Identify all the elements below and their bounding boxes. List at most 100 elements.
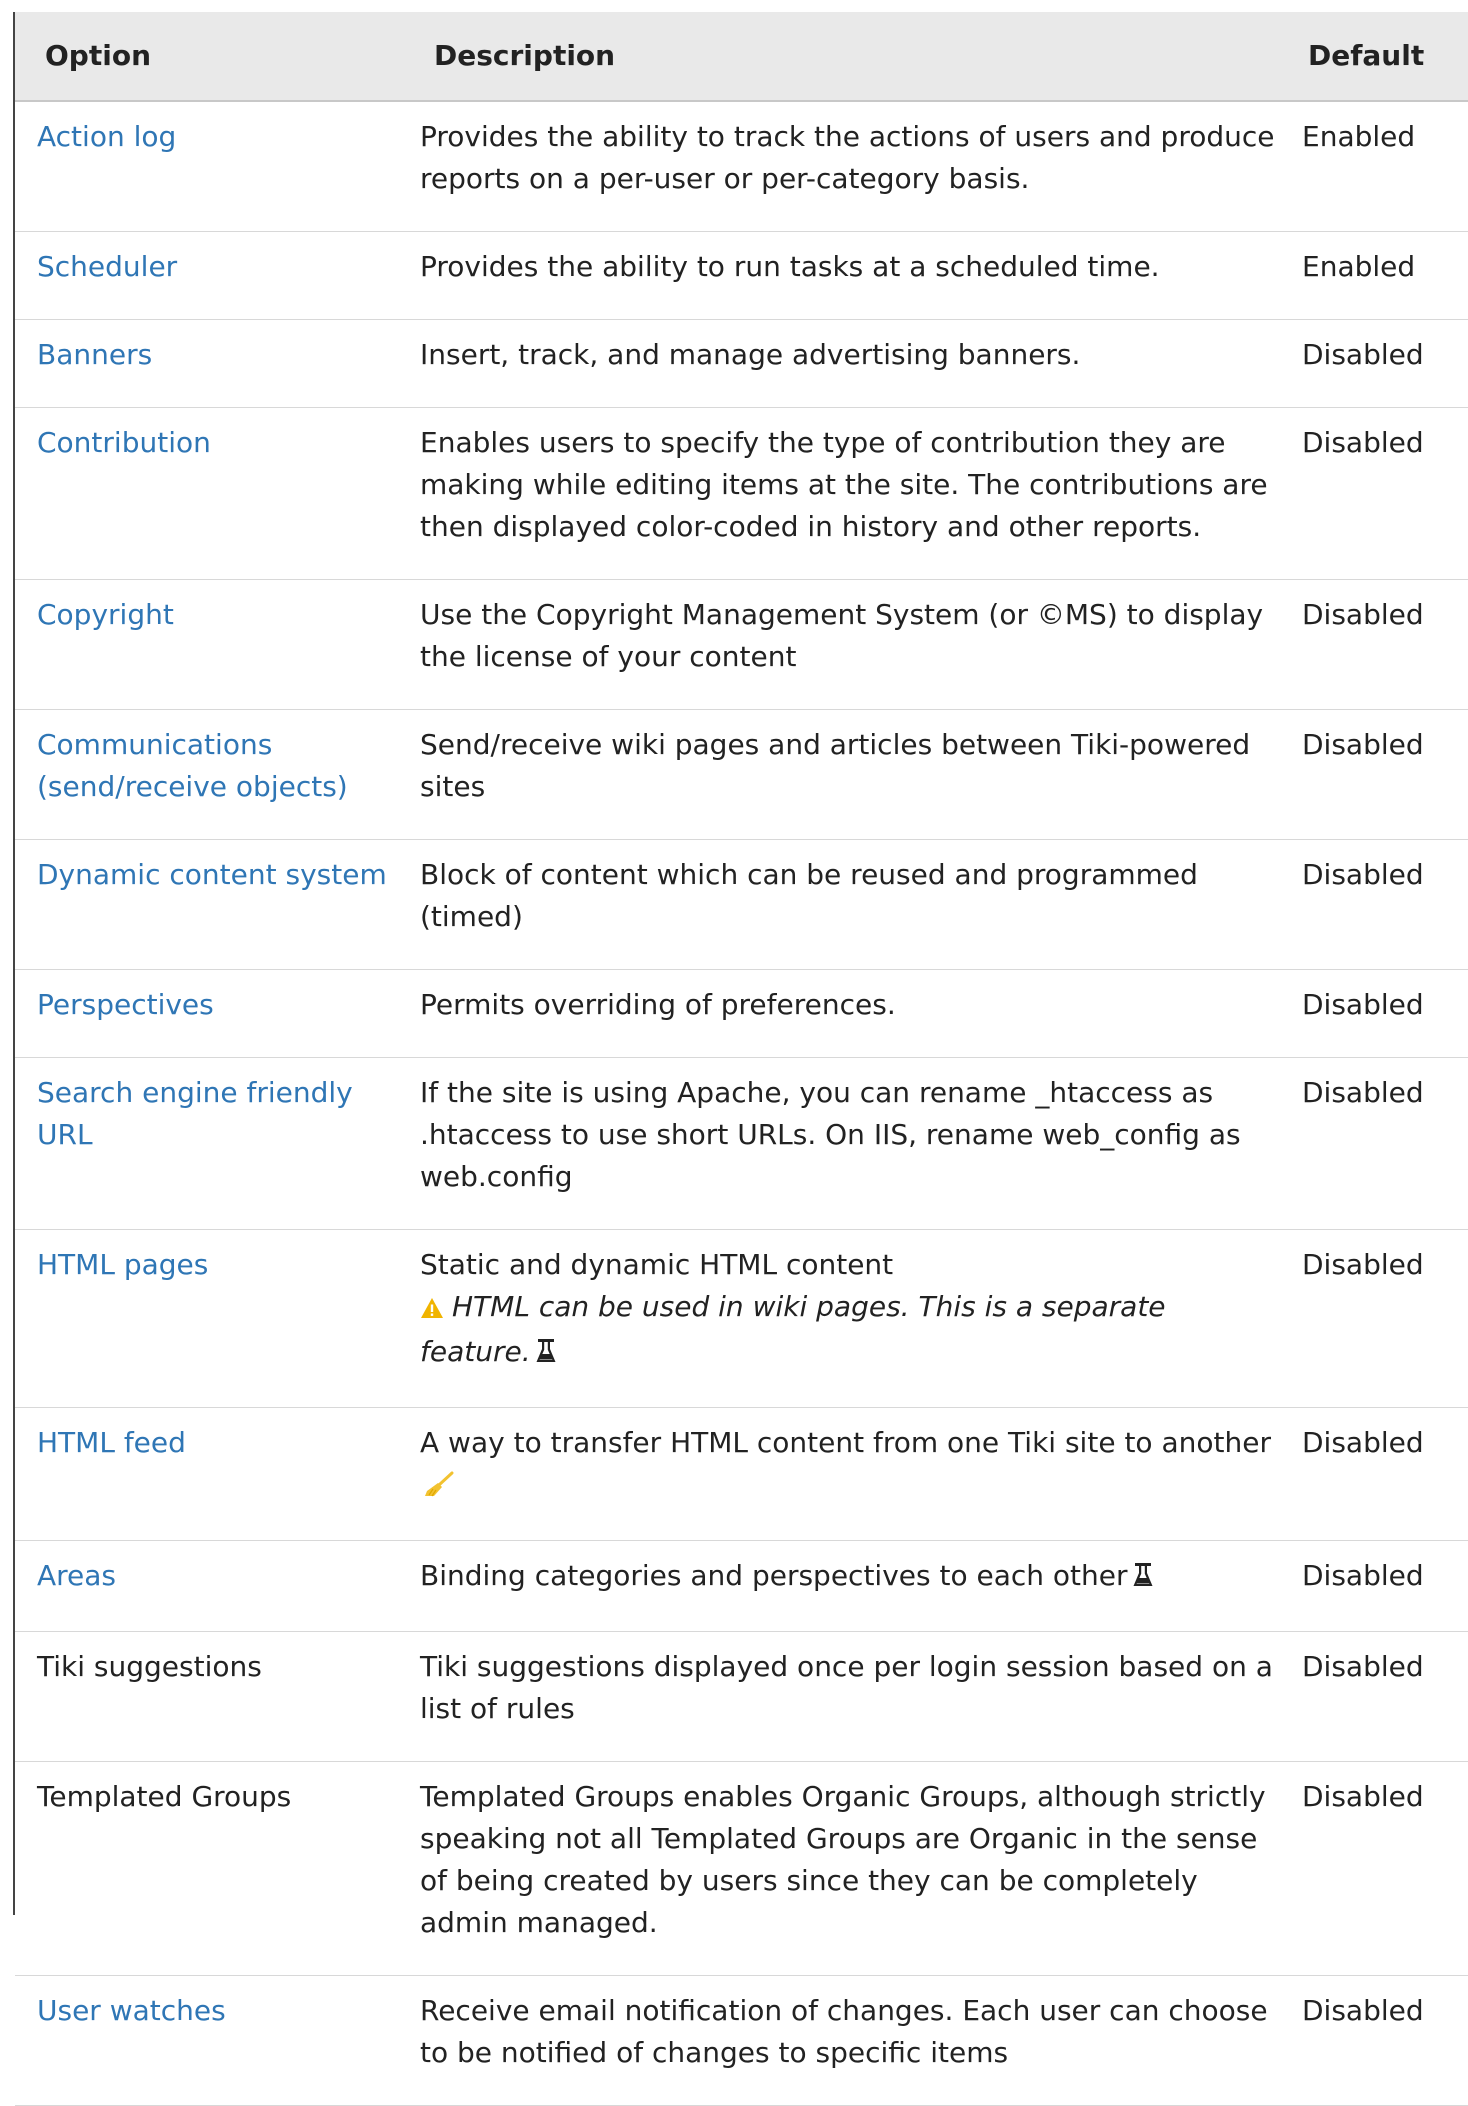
note-text: HTML can be used in wiki pages. This is … xyxy=(420,1290,1166,1368)
default-cell: Disabled xyxy=(1302,839,1468,970)
column-header-option[interactable]: Option xyxy=(15,12,404,102)
table-row: Dynamic content system Block of content … xyxy=(15,839,1468,970)
default-cell: Enabled xyxy=(1302,231,1468,320)
description-cell: Templated Groups enables Organic Groups,… xyxy=(404,1761,1302,1976)
description-text: Insert, track, and manage advertising ba… xyxy=(420,338,1081,371)
table-row: Contribution Enables users to specify th… xyxy=(15,407,1468,580)
table-row: Banners Insert, track, and manage advert… xyxy=(15,319,1468,408)
description-text: Tiki suggestions displayed once per logi… xyxy=(420,1650,1273,1725)
option-link-banners[interactable]: Banners xyxy=(37,338,152,371)
default-cell: Disabled xyxy=(1302,579,1468,710)
option-cell: Templated Groups xyxy=(15,1761,404,1976)
table-row: Areas Binding categories and perspective… xyxy=(15,1540,1468,1632)
option-cell: Copyright xyxy=(15,579,404,710)
option-cell: Perspectives xyxy=(15,969,404,1058)
table-row: HTML feed A way to transfer HTML content… xyxy=(15,1407,1468,1541)
description-cell: Block of content which can be reused and… xyxy=(404,839,1302,970)
description-cell: Insert, track, and manage advertising ba… xyxy=(404,319,1302,408)
option-link-perspectives[interactable]: Perspectives xyxy=(37,988,214,1021)
table-row: Tiki suggestions Tiki suggestions displa… xyxy=(15,1631,1468,1762)
broom-icon xyxy=(424,1467,454,1509)
description-text: If the site is using Apache, you can ren… xyxy=(420,1076,1241,1193)
option-link-html-feed[interactable]: HTML feed xyxy=(37,1426,186,1459)
description-text: Use the Copyright Management System (or … xyxy=(420,598,1264,673)
default-cell: Disabled xyxy=(1302,969,1468,1058)
description-cell: Receive email notification of changes. E… xyxy=(404,1975,1302,2106)
table-row: Communications (send/receive objects) Se… xyxy=(15,709,1468,840)
option-cell: Dynamic content system xyxy=(15,839,404,970)
option-link-contribution[interactable]: Contribution xyxy=(37,426,211,459)
description-text: Permits overriding of preferences. xyxy=(420,988,896,1021)
description-cell: Provides the ability to track the action… xyxy=(404,101,1302,232)
default-cell: Disabled xyxy=(1302,1975,1468,2106)
default-cell: Disabled xyxy=(1302,1057,1468,1230)
description-cell: Provides the ability to run tasks at a s… xyxy=(404,231,1302,320)
option-cell: Areas xyxy=(15,1540,404,1632)
option-link-areas[interactable]: Areas xyxy=(37,1559,116,1592)
description-cell: Send/receive wiki pages and articles bet… xyxy=(404,709,1302,840)
default-cell: Disabled xyxy=(1302,1229,1468,1408)
option-cell: Banners xyxy=(15,319,404,408)
default-cell: Disabled xyxy=(1302,319,1468,408)
description-text: Static and dynamic HTML content xyxy=(420,1248,894,1281)
description-text: Receive email notification of changes. E… xyxy=(420,1994,1268,2069)
description-cell: Binding categories and perspectives to e… xyxy=(404,1540,1302,1632)
option-link-action-log[interactable]: Action log xyxy=(37,120,176,153)
default-cell: Disabled xyxy=(1302,1761,1468,1976)
description-cell: Enables users to specify the type of con… xyxy=(404,407,1302,580)
table-row: Search engine friendly URL If the site i… xyxy=(15,1057,1468,1230)
option-label-tiki-suggestions: Tiki suggestions xyxy=(37,1650,262,1683)
option-link-communications[interactable]: Communications (send/receive objects) xyxy=(37,728,348,803)
default-cell: Disabled xyxy=(1302,709,1468,840)
description-cell: If the site is using Apache, you can ren… xyxy=(404,1057,1302,1230)
option-link-copyright[interactable]: Copyright xyxy=(37,598,174,631)
description-cell: Static and dynamic HTML content HTML can… xyxy=(404,1229,1302,1408)
flask-icon xyxy=(1132,1558,1154,1600)
table-row: Templated Groups Templated Groups enable… xyxy=(15,1761,1468,1976)
option-link-html-pages[interactable]: HTML pages xyxy=(37,1248,208,1281)
table-row: HTML pages Static and dynamic HTML conte… xyxy=(15,1229,1468,1408)
warning-icon xyxy=(420,1289,444,1331)
flask-icon xyxy=(535,1334,557,1376)
option-cell: Tiki suggestions xyxy=(15,1631,404,1762)
default-cell: Disabled xyxy=(1302,1540,1468,1632)
option-label-templated-groups: Templated Groups xyxy=(37,1780,292,1813)
options-table: Option Description Default Action log Pr… xyxy=(15,12,1468,2106)
option-cell: User watches xyxy=(15,1975,404,2106)
default-cell: Disabled xyxy=(1302,407,1468,580)
option-link-scheduler[interactable]: Scheduler xyxy=(37,250,177,283)
description-cell: Use the Copyright Management System (or … xyxy=(404,579,1302,710)
table-row: Scheduler Provides the ability to run ta… xyxy=(15,231,1468,320)
option-cell: Contribution xyxy=(15,407,404,580)
option-cell: Scheduler xyxy=(15,231,404,320)
description-text: Send/receive wiki pages and articles bet… xyxy=(420,728,1251,803)
description-cell: Tiki suggestions displayed once per logi… xyxy=(404,1631,1302,1762)
description-text: Enables users to specify the type of con… xyxy=(420,426,1268,543)
option-link-search-engine-friendly-url[interactable]: Search engine friendly URL xyxy=(37,1076,353,1151)
default-cell: Disabled xyxy=(1302,1407,1468,1541)
description-text: Provides the ability to track the action… xyxy=(420,120,1275,195)
column-header-description[interactable]: Description xyxy=(404,12,1302,102)
table-row: Perspectives Permits overriding of prefe… xyxy=(15,969,1468,1058)
option-link-dynamic-content-system[interactable]: Dynamic content system xyxy=(37,858,387,891)
table-header-row: Option Description Default xyxy=(15,12,1468,102)
column-header-default[interactable]: Default xyxy=(1302,12,1468,102)
option-cell: HTML pages xyxy=(15,1229,404,1408)
option-cell: HTML feed xyxy=(15,1407,404,1541)
default-cell: Enabled xyxy=(1302,101,1468,232)
option-link-user-watches[interactable]: User watches xyxy=(37,1994,226,2027)
table-row: User watches Receive email notification … xyxy=(15,1975,1468,2106)
description-text: Templated Groups enables Organic Groups,… xyxy=(420,1780,1266,1939)
description-note: HTML can be used in wiki pages. This is … xyxy=(420,1286,1282,1376)
description-text: Block of content which can be reused and… xyxy=(420,858,1198,933)
option-cell: Communications (send/receive objects) xyxy=(15,709,404,840)
default-cell: Disabled xyxy=(1302,1631,1468,1762)
description-text: A way to transfer HTML content from one … xyxy=(420,1426,1271,1459)
option-cell: Action log xyxy=(15,101,404,232)
description-cell: Permits overriding of preferences. xyxy=(404,969,1302,1058)
table-row: Copyright Use the Copyright Management S… xyxy=(15,579,1468,710)
description-cell: A way to transfer HTML content from one … xyxy=(404,1407,1302,1541)
table-row: Action log Provides the ability to track… xyxy=(15,101,1468,232)
description-text: Binding categories and perspectives to e… xyxy=(420,1559,1128,1592)
description-text: Provides the ability to run tasks at a s… xyxy=(420,250,1160,283)
